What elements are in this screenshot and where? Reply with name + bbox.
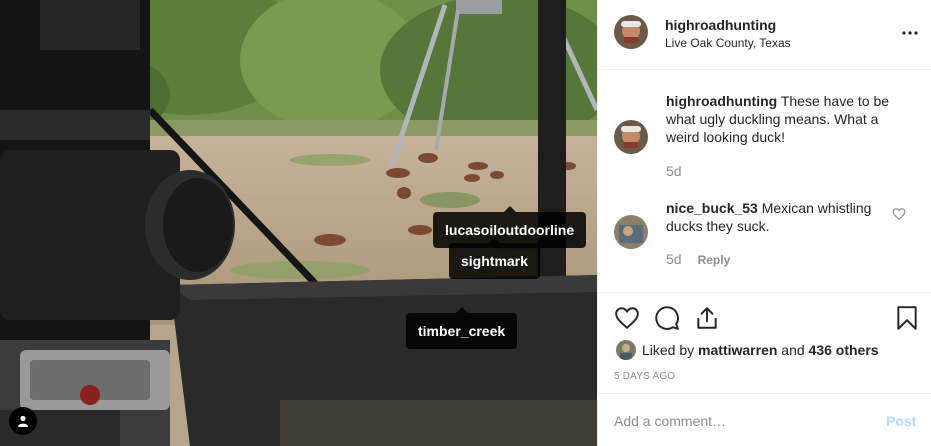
likes-summary: Liked by mattiwarren and 436 others bbox=[616, 340, 879, 360]
comment-input[interactable] bbox=[614, 411, 864, 431]
liked-by-connector: and bbox=[781, 342, 805, 358]
post-details-panel: highroadhunting Live Oak County, Texas h… bbox=[597, 0, 931, 446]
profile-photo-icon bbox=[616, 340, 636, 360]
share-icon[interactable] bbox=[694, 305, 720, 331]
avatar[interactable] bbox=[614, 15, 648, 49]
post-actions: Liked by mattiwarren and 436 others 5 DA… bbox=[598, 292, 931, 446]
comment-text: highroadhunting These have to be what ug… bbox=[666, 92, 906, 146]
like-comment-heart-icon[interactable] bbox=[892, 207, 906, 221]
heart-icon[interactable] bbox=[614, 305, 640, 331]
photo-user-tag[interactable]: timber_creek bbox=[406, 307, 518, 349]
more-horizontal-icon bbox=[902, 31, 918, 35]
post-comment-button[interactable]: Post bbox=[886, 413, 916, 429]
bookmark-icon[interactable] bbox=[894, 305, 920, 331]
liked-by-prefix: Liked by bbox=[642, 342, 695, 358]
avatar[interactable] bbox=[616, 340, 636, 360]
more-options-button[interactable] bbox=[900, 26, 920, 40]
comments-list: highroadhunting These have to be what ug… bbox=[598, 70, 931, 292]
post-photo[interactable]: lucasoiloutdoorline sightmark timber_cre… bbox=[0, 0, 597, 446]
liked-by-text: Liked by mattiwarren and 436 others bbox=[642, 342, 879, 358]
comment-bubble-icon[interactable] bbox=[654, 305, 680, 331]
comment-meta: 5d bbox=[666, 163, 682, 179]
avatar[interactable] bbox=[614, 215, 648, 249]
post-location[interactable]: Live Oak County, Texas bbox=[665, 36, 791, 50]
comment-meta: 5d Reply bbox=[666, 251, 730, 267]
likes-count-link[interactable]: 436 others bbox=[809, 342, 879, 358]
comment-age[interactable]: 5d bbox=[666, 163, 682, 179]
comment-username[interactable]: nice_buck_53 bbox=[666, 200, 758, 216]
liked-by-user-link[interactable]: mattiwarren bbox=[698, 342, 777, 358]
photo-user-tag[interactable]: sightmark bbox=[449, 237, 540, 279]
user-tags-button[interactable] bbox=[9, 407, 37, 435]
post-author-username[interactable]: highroadhunting bbox=[665, 17, 776, 33]
comment-username[interactable]: highroadhunting bbox=[666, 93, 777, 109]
avatar[interactable] bbox=[614, 120, 648, 154]
profile-photo-icon bbox=[614, 215, 648, 249]
profile-photo-icon bbox=[614, 120, 648, 154]
user-icon bbox=[18, 415, 28, 427]
reply-button[interactable]: Reply bbox=[698, 253, 731, 267]
comment-age[interactable]: 5d bbox=[666, 251, 682, 267]
post-timestamp[interactable]: 5 DAYS AGO bbox=[614, 371, 675, 382]
profile-photo-icon bbox=[614, 15, 648, 49]
post-header: highroadhunting Live Oak County, Texas bbox=[598, 0, 931, 70]
comment-text: nice_buck_53 Mexican whistling ducks the… bbox=[666, 199, 906, 235]
add-comment-bar: Post bbox=[598, 393, 931, 446]
